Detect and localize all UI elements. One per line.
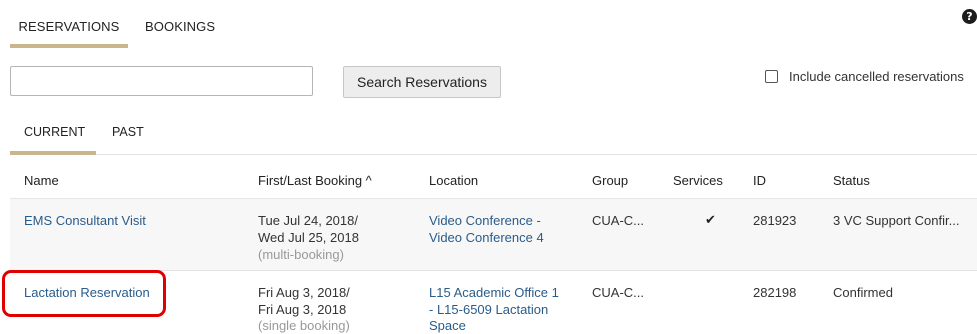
column-header-status[interactable]: Status (833, 173, 870, 188)
location-link-line2[interactable]: Video Conference 4 (429, 229, 544, 246)
column-header-services[interactable]: Services (673, 173, 723, 188)
search-input[interactable] (10, 66, 313, 96)
checkmark-icon: ✔ (705, 213, 716, 228)
question-circle-icon[interactable]: ? (962, 9, 977, 24)
highlight-box (2, 270, 166, 317)
column-header-id[interactable]: ID (753, 173, 766, 188)
tab-current[interactable]: CURRENT (24, 125, 85, 139)
booking-last-date: Fri Aug 3, 2018 (258, 302, 347, 317)
active-tab-indicator (10, 44, 128, 48)
include-cancelled-label: Include cancelled reservations (789, 69, 964, 84)
tab-reservations[interactable]: RESERVATIONS (10, 19, 128, 34)
include-cancelled-checkbox[interactable] (765, 70, 778, 83)
booking-last-date: Wed Jul 25, 2018 (258, 230, 359, 245)
column-header-name[interactable]: Name (24, 173, 59, 188)
group-cell: CUA-C... (592, 213, 644, 228)
location-link-line3[interactable]: Space (429, 317, 466, 334)
location-link-line1[interactable]: L15 Academic Office 1 (429, 284, 559, 301)
sub-tab-divider (10, 154, 977, 155)
booking-type-note: (single booking) (258, 318, 350, 333)
column-header-location[interactable]: Location (429, 173, 478, 188)
status-cell: Confirmed (833, 285, 893, 300)
reservation-name-link[interactable]: EMS Consultant Visit (24, 212, 146, 229)
tab-bookings[interactable]: BOOKINGS (145, 19, 215, 34)
booking-first-date: Tue Jul 24, 2018/ (258, 213, 358, 228)
booking-first-date: Fri Aug 3, 2018/ (258, 285, 350, 300)
location-link-line1[interactable]: Video Conference - (429, 212, 541, 229)
top-tab-bar: RESERVATIONS BOOKINGS (10, 0, 950, 48)
booking-type-note: (multi-booking) (258, 247, 344, 262)
reservation-id: 282198 (753, 285, 797, 300)
status-cell: 3 VC Support Confir... (833, 213, 960, 228)
reservation-id: 281923 (753, 213, 797, 228)
search-reservations-button[interactable]: Search Reservations (343, 66, 501, 98)
group-cell: CUA-C... (592, 285, 644, 300)
active-subtab-indicator (10, 151, 96, 155)
tab-past[interactable]: PAST (112, 125, 144, 139)
column-header-first-last-booking[interactable]: First/Last Booking ^ (258, 173, 372, 188)
location-link-line2[interactable]: - L15-6509 Lactation (429, 301, 548, 318)
column-header-group[interactable]: Group (592, 173, 628, 188)
